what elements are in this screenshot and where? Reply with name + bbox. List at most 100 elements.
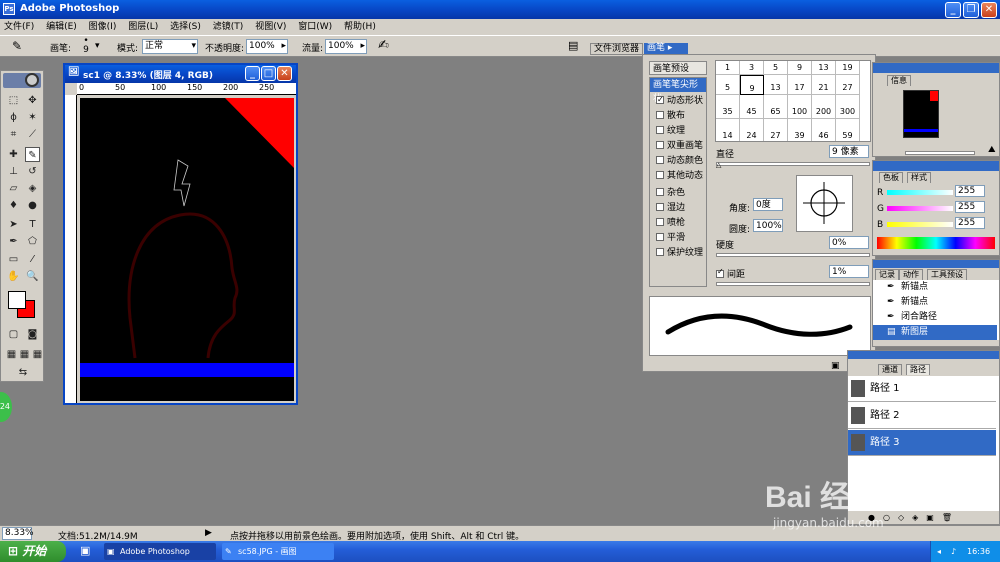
brush-tip[interactable]: 13: [812, 61, 836, 75]
brush-tip[interactable]: 13: [764, 75, 788, 95]
option-wet-edges[interactable]: 湿边: [656, 201, 685, 215]
bucket-tool-icon[interactable]: ◈: [25, 181, 40, 196]
option-noise[interactable]: 杂色: [656, 186, 685, 200]
screen-mode-black-icon[interactable]: ▦: [30, 347, 45, 362]
restore-button[interactable]: ❐: [963, 2, 979, 18]
brush-tip[interactable]: 14: [716, 119, 740, 141]
brush-tip[interactable]: 19: [836, 61, 860, 75]
option-other-dynamics[interactable]: 其他动态: [656, 169, 703, 183]
brush-tool-icon[interactable]: ✎: [12, 39, 22, 53]
option-shape-dynamics[interactable]: 动态形状: [656, 93, 703, 108]
spacing-field[interactable]: 1%: [829, 265, 869, 278]
quickmask-mode-icon[interactable]: ◙: [25, 327, 40, 342]
spacing-toggle[interactable]: 间距: [716, 267, 745, 280]
angle-field[interactable]: 0度: [753, 198, 783, 211]
color-ramp[interactable]: [877, 237, 995, 249]
brush-tip[interactable]: 27: [764, 119, 788, 141]
menu-filter[interactable]: 滤镜(T): [213, 22, 244, 32]
brush-tip[interactable]: 5: [764, 61, 788, 75]
foreground-color-swatch-front[interactable]: [8, 291, 26, 309]
path-item-selected[interactable]: 路径 3: [848, 430, 996, 456]
zoom-slider[interactable]: [905, 151, 975, 155]
pen-tool-icon[interactable]: ✒: [6, 234, 21, 249]
tab-actions[interactable]: 动作: [899, 269, 923, 280]
notes-tool-icon[interactable]: ▭: [6, 252, 21, 267]
close-button[interactable]: ✕: [981, 2, 997, 18]
brush-tip[interactable]: 46: [812, 119, 836, 141]
angle-roundness-preview[interactable]: [796, 175, 853, 232]
jump-to-imageready-icon[interactable]: ⇆: [8, 365, 38, 380]
shape-tool-icon[interactable]: ⬠: [25, 234, 40, 249]
history-item[interactable]: ✒ 闭合路径: [873, 310, 997, 325]
brush-tip[interactable]: 45: [740, 95, 764, 119]
tab-info[interactable]: 信息: [887, 75, 911, 86]
option-dual-brush[interactable]: 双重画笔: [656, 139, 703, 153]
option-texture[interactable]: 纹理: [656, 124, 685, 138]
option-scattering[interactable]: 散布: [656, 109, 685, 123]
chevron-right-icon[interactable]: ▶: [205, 528, 212, 538]
option-color-dynamics[interactable]: 动态颜色: [656, 154, 703, 168]
slice-tool-icon[interactable]: ⟋: [25, 127, 40, 142]
path-item[interactable]: 路径 1: [848, 376, 996, 402]
mode-select[interactable]: 正常 ▾: [142, 39, 198, 54]
brush-tip[interactable]: 24: [740, 119, 764, 141]
opacity-field[interactable]: 100% ▸: [246, 39, 288, 54]
tab-file-browser[interactable]: 文件浏览器: [590, 43, 644, 55]
tab-tool-presets[interactable]: 工具预设: [927, 269, 967, 280]
clone-stamp-icon[interactable]: ⊥: [6, 164, 21, 179]
menu-image[interactable]: 图像(I): [89, 22, 117, 32]
history-brush-icon[interactable]: ↺: [25, 164, 40, 179]
marquee-tool-icon[interactable]: ⬚: [6, 93, 21, 108]
brush-tip[interactable]: 39: [788, 119, 812, 141]
history-item-selected[interactable]: ▤ 新图层: [873, 325, 997, 340]
menu-select[interactable]: 选择(S): [170, 22, 201, 32]
zoom-tool-icon[interactable]: 🔍: [25, 269, 40, 284]
tab-history[interactable]: 记录: [875, 269, 899, 280]
lasso-tool-icon[interactable]: ϕ: [6, 110, 21, 125]
quicklaunch-desktop-icon[interactable]: ▣: [80, 544, 90, 557]
roundness-field[interactable]: 100%: [753, 219, 783, 232]
diameter-slider[interactable]: [716, 162, 870, 166]
tab-swatches[interactable]: 色板: [879, 172, 903, 183]
option-smoothing[interactable]: 平滑: [656, 231, 685, 245]
flow-field[interactable]: 100% ▸: [325, 39, 367, 54]
menu-layer[interactable]: 图层(L): [128, 22, 158, 32]
navigator-thumbnail[interactable]: [903, 90, 939, 138]
move-tool-icon[interactable]: ✥: [25, 93, 40, 108]
document-maximize-button[interactable]: □: [261, 66, 276, 81]
brush-tip[interactable]: 35: [716, 95, 740, 119]
eyedropper-icon[interactable]: ⁄: [25, 252, 40, 267]
brush-tip[interactable]: 100: [788, 95, 812, 119]
new-brush-icon[interactable]: ▣: [831, 361, 840, 371]
brush-preset-picker[interactable]: • 9: [78, 37, 94, 55]
brush-tip[interactable]: 300: [836, 95, 860, 119]
brush-tip[interactable]: 5: [716, 75, 740, 95]
brush-tip[interactable]: 3: [740, 61, 764, 75]
brush-presets-button[interactable]: 画笔预设: [649, 61, 707, 75]
channel-g-field[interactable]: 255: [955, 201, 985, 213]
option-protect-texture[interactable]: 保护纹理: [656, 246, 703, 260]
volume-icon[interactable]: ♪: [951, 541, 956, 562]
menu-file[interactable]: 文件(F): [4, 22, 34, 32]
menu-help[interactable]: 帮助(H): [344, 22, 376, 32]
airbrush-icon[interactable]: ✍: [378, 38, 389, 53]
palette-well-icon[interactable]: ▤: [568, 39, 578, 52]
brush-tip[interactable]: 17: [788, 75, 812, 95]
menu-window[interactable]: 窗口(W): [298, 22, 332, 32]
hand-tool-icon[interactable]: ✋: [6, 269, 21, 284]
option-airbrush[interactable]: 喷枪: [656, 216, 685, 230]
brush-tip[interactable]: 9: [788, 61, 812, 75]
dodge-tool-icon[interactable]: ●: [25, 198, 40, 213]
brush-tool-icon[interactable]: ✎: [25, 147, 40, 162]
tab-styles[interactable]: 样式: [907, 172, 931, 183]
hardness-field[interactable]: 0%: [829, 236, 869, 249]
channel-r-field[interactable]: 255: [955, 185, 985, 197]
channel-r-slider[interactable]: [887, 190, 953, 195]
hardness-slider[interactable]: [716, 253, 870, 257]
history-item[interactable]: ✒ 新锚点: [873, 295, 997, 310]
tip-shape-option[interactable]: 画笔笔尖形状: [650, 78, 706, 104]
zoom-field[interactable]: 8.33%: [2, 527, 34, 540]
clock[interactable]: 16:36: [967, 541, 990, 562]
document-minimize-button[interactable]: _: [245, 66, 260, 81]
tab-channels[interactable]: 通道: [878, 364, 902, 375]
